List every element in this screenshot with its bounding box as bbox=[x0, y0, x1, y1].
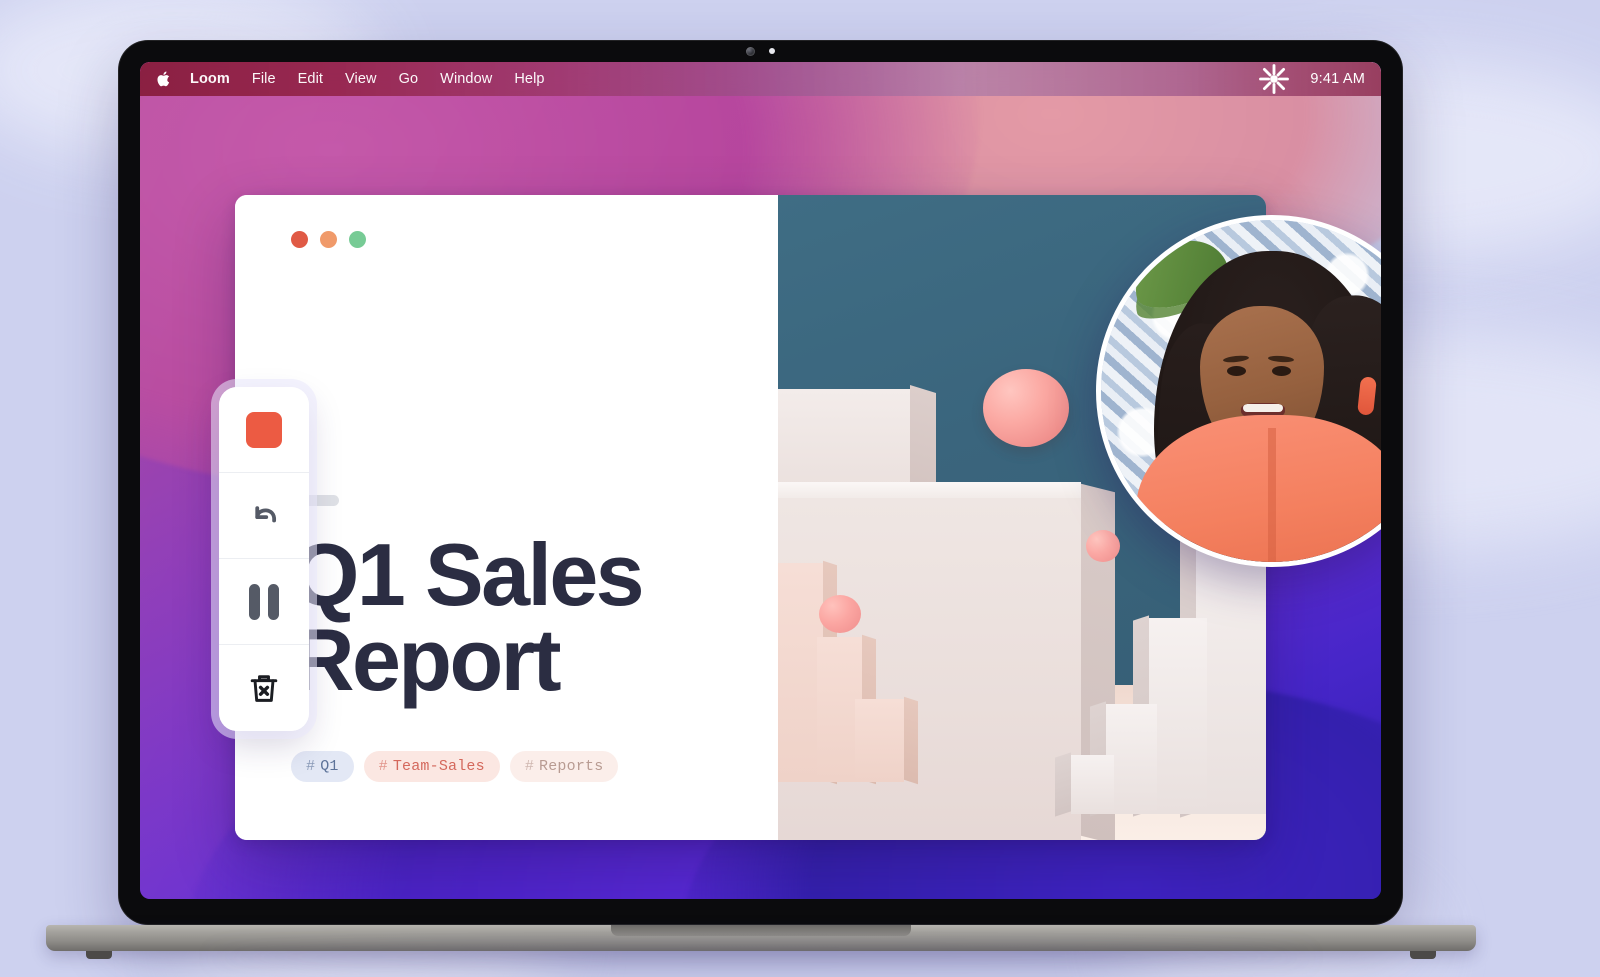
slide-title-line-1: Q1 Sales bbox=[291, 525, 645, 624]
undo-arrow-icon bbox=[255, 505, 277, 522]
macos-menubar: Loom File Edit View Go Window Help 9:41 … bbox=[140, 62, 1381, 96]
presenter-teeth bbox=[1242, 403, 1283, 412]
menu-item-file[interactable]: File bbox=[252, 71, 276, 87]
laptop-base-notch bbox=[611, 925, 911, 936]
render-sphere-large bbox=[982, 369, 1069, 448]
hash-icon: # bbox=[306, 757, 316, 775]
delete-recording-button[interactable] bbox=[219, 645, 309, 731]
macbook-pro-device: Loom File Edit View Go Window Help 9:41 … bbox=[46, 40, 1476, 967]
camera-indicator-dot-icon bbox=[769, 48, 775, 54]
restart-recording-button[interactable] bbox=[219, 473, 309, 559]
laptop-base-wrapper bbox=[46, 925, 1476, 967]
close-button-dot[interactable] bbox=[291, 231, 308, 248]
hash-icon: # bbox=[524, 757, 535, 775]
menubar-status-area: 9:41 AM bbox=[1256, 62, 1365, 97]
menubar-app-name[interactable]: Loom bbox=[190, 71, 230, 87]
slide-title-line-2: Report bbox=[291, 610, 562, 710]
menu-item-view[interactable]: View bbox=[345, 71, 377, 87]
stop-recording-button[interactable] bbox=[219, 387, 309, 473]
slide-body: Q1 Sales Report # Q1 # Team-Sales # Repo… bbox=[291, 495, 742, 782]
render-stair-step bbox=[1148, 618, 1208, 815]
presenter-eye-right bbox=[1271, 366, 1291, 377]
minimize-button-dot[interactable] bbox=[320, 231, 337, 248]
render-stair-step bbox=[855, 698, 904, 782]
recorder-toolbar bbox=[219, 387, 309, 731]
presenter-eyebrow-left bbox=[1223, 354, 1250, 363]
tag-reports[interactable]: # Reports bbox=[509, 750, 619, 782]
pause-recording-button[interactable] bbox=[219, 559, 309, 645]
slide-title: Q1 Sales Report bbox=[291, 525, 742, 710]
menu-item-window[interactable]: Window bbox=[440, 71, 492, 87]
menu-item-go[interactable]: Go bbox=[399, 71, 419, 87]
tag-label: Team-Sales bbox=[392, 757, 485, 775]
render-pink-staircase bbox=[778, 562, 939, 782]
laptop-foot-right bbox=[1410, 951, 1436, 959]
maximize-button-dot[interactable] bbox=[349, 231, 366, 248]
render-stair-step bbox=[1070, 754, 1114, 815]
tag-label: Reports bbox=[539, 757, 604, 775]
tag-team-sales[interactable]: # Team-Sales bbox=[363, 750, 500, 782]
laptop-top-bezel bbox=[118, 40, 1403, 62]
laptop-foot-left bbox=[86, 951, 112, 959]
stop-square-icon bbox=[246, 411, 282, 448]
menu-item-edit[interactable]: Edit bbox=[298, 71, 323, 87]
tag-q1[interactable]: # Q1 bbox=[291, 750, 354, 782]
tag-label: Q1 bbox=[320, 757, 339, 775]
webcam-bubble[interactable] bbox=[1096, 215, 1381, 567]
laptop-screen: Loom File Edit View Go Window Help 9:41 … bbox=[140, 62, 1381, 899]
menubar-items: Loom File Edit View Go Window Help bbox=[190, 71, 545, 87]
slide-text-panel: Q1 Sales Report # Q1 # Team-Sales # Repo… bbox=[235, 195, 778, 840]
menu-item-help[interactable]: Help bbox=[514, 71, 544, 87]
menubar-clock: 9:41 AM bbox=[1310, 71, 1365, 87]
slide-tag-list: # Q1 # Team-Sales # Reports bbox=[291, 750, 742, 782]
laptop-lid: Loom File Edit View Go Window Help 9:41 … bbox=[118, 40, 1403, 925]
laptop-floor-shadow bbox=[211, 947, 1311, 967]
webcam-lens-icon bbox=[746, 46, 755, 56]
pause-bars-icon bbox=[249, 583, 279, 620]
trash-x-icon bbox=[250, 675, 278, 702]
apple-logo-icon[interactable] bbox=[156, 70, 172, 88]
window-traffic-lights bbox=[291, 231, 742, 248]
hash-icon: # bbox=[378, 757, 388, 775]
presenter-eyebrow-right bbox=[1267, 354, 1295, 363]
loom-recording-asterisk-icon[interactable] bbox=[1256, 62, 1292, 97]
presenter-eye-left bbox=[1227, 366, 1246, 377]
